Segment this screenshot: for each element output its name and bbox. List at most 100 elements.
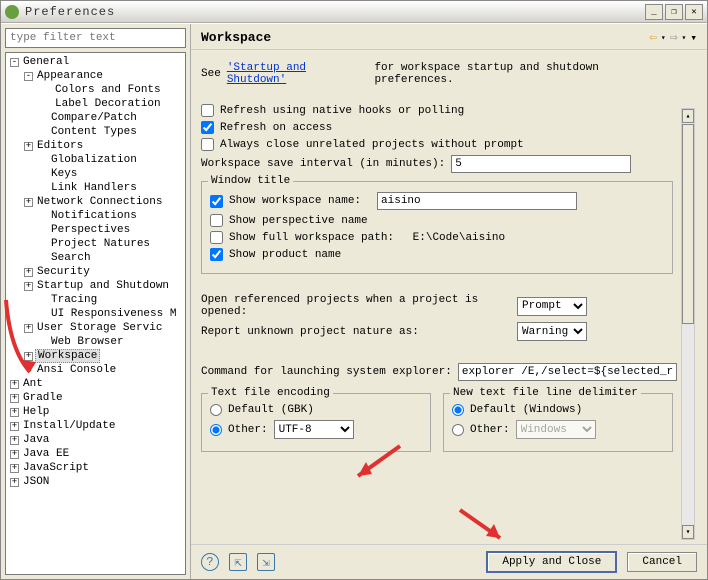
encoding-other-label: Other: xyxy=(228,424,268,436)
delimiter-default-radio[interactable] xyxy=(452,404,464,416)
tree-item-search[interactable]: Search xyxy=(6,251,185,265)
minimize-button[interactable]: _ xyxy=(645,4,663,20)
content-scrollbar[interactable]: ▴ ▾ xyxy=(681,108,695,540)
tree-item-globalization[interactable]: Globalization xyxy=(6,153,185,167)
expand-icon[interactable]: + xyxy=(10,436,19,445)
cancel-button[interactable]: Cancel xyxy=(627,552,697,572)
show-full-path-checkbox[interactable] xyxy=(210,231,223,244)
ws-name-input[interactable] xyxy=(377,192,577,210)
show-perspective-checkbox[interactable] xyxy=(210,214,223,227)
tree-item-appearance[interactable]: -Appearance xyxy=(6,69,185,83)
tree-item-java[interactable]: +Java xyxy=(6,433,185,447)
open-ref-select[interactable]: Prompt xyxy=(517,297,587,316)
show-ws-name-label: Show workspace name: xyxy=(229,195,361,207)
refresh-access-checkbox[interactable] xyxy=(201,121,214,134)
encoding-other-radio[interactable] xyxy=(210,424,222,436)
refresh-native-checkbox[interactable] xyxy=(201,104,214,117)
preference-tree[interactable]: -General -Appearance Colors and Fonts La… xyxy=(5,52,186,575)
tree-item-ansi-console[interactable]: Ansi Console xyxy=(6,363,185,377)
expand-icon[interactable]: + xyxy=(10,464,19,473)
report-nature-label: Report unknown project nature as: xyxy=(201,326,511,338)
apply-close-button[interactable]: Apply and Close xyxy=(486,551,617,573)
tree-item-tracing[interactable]: Tracing xyxy=(6,293,185,307)
help-icon[interactable]: ? xyxy=(201,553,219,571)
expand-icon[interactable]: + xyxy=(24,268,33,277)
tree-item-general[interactable]: -General xyxy=(6,55,185,69)
tree-item-project-natures[interactable]: Project Natures xyxy=(6,237,185,251)
tree-item-security[interactable]: +Security xyxy=(6,265,185,279)
tree-item-startup-shutdown[interactable]: +Startup and Shutdown xyxy=(6,279,185,293)
expand-icon[interactable]: + xyxy=(10,394,19,403)
report-nature-select[interactable]: Warning xyxy=(517,322,587,341)
import-prefs-icon[interactable]: ⇱ xyxy=(229,553,247,571)
nav-back-icon[interactable]: ⇦ xyxy=(649,30,657,45)
tree-item-user-storage[interactable]: +User Storage Servic xyxy=(6,321,185,335)
tree-item-perspectives[interactable]: Perspectives xyxy=(6,223,185,237)
tree-item-link-handlers[interactable]: Link Handlers xyxy=(6,181,185,195)
titlebar[interactable]: Preferences _ ❐ ✕ xyxy=(1,1,707,23)
save-interval-label: Workspace save interval (in minutes): xyxy=(201,158,445,170)
scroll-up-icon[interactable]: ▴ xyxy=(682,109,694,123)
nav-forward-icon[interactable]: ⇨ xyxy=(670,30,678,45)
collapse-icon[interactable]: - xyxy=(24,72,33,81)
filter-input[interactable] xyxy=(5,28,186,48)
window-title: Preferences xyxy=(25,5,645,19)
window-title-legend: Window title xyxy=(208,175,293,187)
tree-item-json[interactable]: +JSON xyxy=(6,475,185,489)
expand-icon[interactable]: + xyxy=(24,198,33,207)
tree-item-content-types[interactable]: Content Types xyxy=(6,125,185,139)
tree-item-ant[interactable]: +Ant xyxy=(6,377,185,391)
expand-icon[interactable]: + xyxy=(24,142,33,151)
startup-shutdown-link[interactable]: 'Startup and Shutdown' xyxy=(227,62,369,86)
expand-icon[interactable]: + xyxy=(10,408,19,417)
nav-menu-icon[interactable]: ▾ xyxy=(690,31,697,45)
expand-icon[interactable]: + xyxy=(10,478,19,487)
tree-item-install-update[interactable]: +Install/Update xyxy=(6,419,185,433)
scroll-thumb[interactable] xyxy=(682,124,694,324)
preferences-window: Preferences _ ❐ ✕ -General -Appearance C… xyxy=(0,0,708,580)
tree-item-workspace[interactable]: +Workspace xyxy=(6,349,185,363)
export-prefs-icon[interactable]: ⇲ xyxy=(257,553,275,571)
command-explorer-label: Command for launching system explorer: xyxy=(201,366,452,378)
restore-button[interactable]: ❐ xyxy=(665,4,683,20)
expand-icon[interactable]: + xyxy=(10,450,19,459)
always-close-checkbox[interactable] xyxy=(201,138,214,151)
see-also-text: See 'Startup and Shutdown' for workspace… xyxy=(201,62,677,86)
tree-item-javascript[interactable]: +JavaScript xyxy=(6,461,185,475)
show-product-checkbox[interactable] xyxy=(210,248,223,261)
refresh-native-label: Refresh using native hooks or polling xyxy=(220,105,464,117)
tree-item-colors-fonts[interactable]: Colors and Fonts xyxy=(6,83,185,97)
tree-item-network[interactable]: +Network Connections xyxy=(6,195,185,209)
app-icon xyxy=(5,5,19,19)
tree-item-keys[interactable]: Keys xyxy=(6,167,185,181)
expand-icon[interactable]: + xyxy=(24,324,33,333)
expand-icon[interactable]: + xyxy=(10,380,19,389)
tree-item-compare-patch[interactable]: Compare/Patch xyxy=(6,111,185,125)
tree-item-gradle[interactable]: +Gradle xyxy=(6,391,185,405)
delimiter-select: Windows xyxy=(516,420,596,439)
encoding-default-radio[interactable] xyxy=(210,404,222,416)
tree-item-editors[interactable]: +Editors xyxy=(6,139,185,153)
expand-icon[interactable]: + xyxy=(24,352,33,361)
tree-item-java-ee[interactable]: +Java EE xyxy=(6,447,185,461)
refresh-access-label: Refresh on access xyxy=(220,122,332,134)
delimiter-other-radio[interactable] xyxy=(452,424,464,436)
close-button[interactable]: ✕ xyxy=(685,4,703,20)
delimiter-group: New text file line delimiter Default (Wi… xyxy=(443,393,673,452)
save-interval-input[interactable] xyxy=(451,155,631,173)
show-perspective-label: Show perspective name xyxy=(229,215,368,227)
tree-item-web-browser[interactable]: Web Browser xyxy=(6,335,185,349)
collapse-icon[interactable]: - xyxy=(10,58,19,67)
command-explorer-input[interactable] xyxy=(458,363,677,381)
tree-item-ui-responsiveness[interactable]: UI Responsiveness M xyxy=(6,307,185,321)
encoding-select[interactable]: UTF-8 xyxy=(274,420,354,439)
tree-item-label-decoration[interactable]: Label Decoration xyxy=(6,97,185,111)
window-title-group: Window title Show workspace name: Show p… xyxy=(201,181,673,274)
scroll-down-icon[interactable]: ▾ xyxy=(682,525,694,539)
expand-icon[interactable]: + xyxy=(10,422,19,431)
expand-icon[interactable]: + xyxy=(24,282,33,291)
show-ws-name-checkbox[interactable] xyxy=(210,195,223,208)
tree-item-notifications[interactable]: Notifications xyxy=(6,209,185,223)
always-close-label: Always close unrelated projects without … xyxy=(220,139,524,151)
tree-item-help[interactable]: +Help xyxy=(6,405,185,419)
